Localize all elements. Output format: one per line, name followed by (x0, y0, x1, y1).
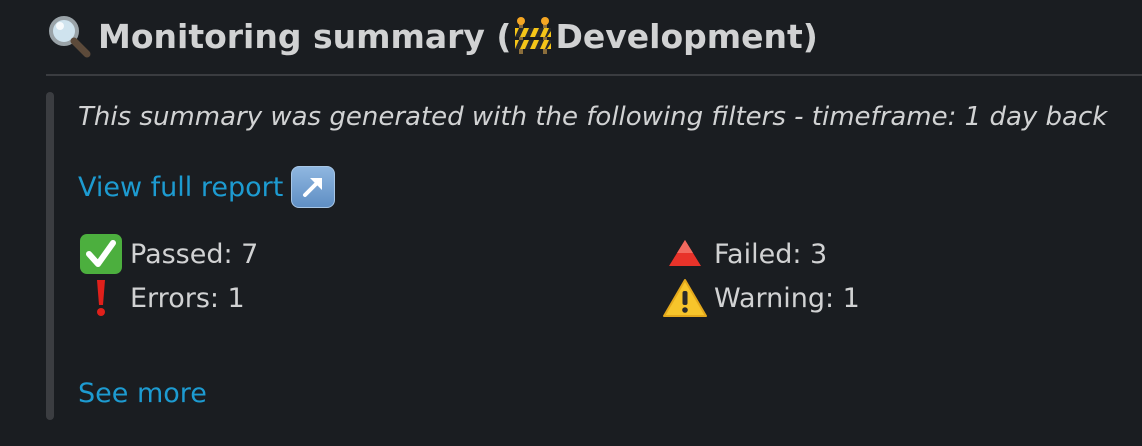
summary-header: Monitoring summary (Development) (46, 10, 818, 62)
stat-failed: Failed: 3 (662, 232, 827, 276)
message-container: Monitoring summary (Development) This … (0, 0, 1142, 446)
stat-warning-label: Warning: 1 (714, 282, 860, 314)
stat-passed-label: Passed: 7 (130, 238, 259, 270)
filters-description: This summary was generated with the foll… (78, 102, 1108, 132)
arrow-up-right-icon (291, 166, 336, 208)
red-triangle-icon (662, 232, 708, 276)
summary-attachment: This summary was generated with the foll… (46, 92, 1142, 422)
exclamation-mark-icon (78, 276, 124, 320)
stats-grid: Passed: 7 Failed: 3 Errors: 1 Warning: 1 (78, 232, 1138, 322)
header-divider (46, 74, 1142, 76)
view-full-report-link[interactable]: View full report (78, 166, 336, 208)
attachment-accent-bar (46, 92, 54, 420)
see-more-link[interactable]: See more (78, 378, 207, 409)
construction-barrier-icon (513, 16, 553, 56)
check-mark-icon (78, 232, 124, 276)
header-environment: Development (555, 16, 803, 56)
stat-errors: Errors: 1 (78, 276, 245, 320)
header-title-prefix: Monitoring summary ( (98, 16, 512, 56)
header-title-suffix: ) (802, 16, 818, 56)
stat-warning: Warning: 1 (662, 276, 860, 320)
stat-errors-label: Errors: 1 (130, 282, 245, 314)
stat-failed-label: Failed: 3 (714, 238, 828, 270)
view-full-report-label: View full report (78, 171, 284, 203)
warning-icon (662, 276, 708, 320)
magnifying-glass-icon (46, 14, 92, 58)
stat-passed: Passed: 7 (78, 232, 258, 276)
